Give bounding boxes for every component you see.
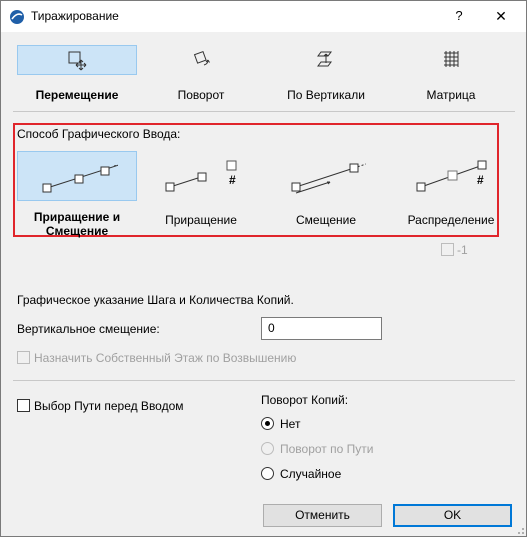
method-increment-offset-button[interactable] [17, 151, 137, 201]
mode-elevate-label: По Вертикали [287, 88, 365, 102]
input-method-heading: Способ Графического Ввода: [17, 127, 181, 141]
hash-icon: # [229, 173, 236, 187]
method-offset-button[interactable] [266, 151, 386, 201]
method-increment-button[interactable] [141, 151, 261, 201]
mode-move-label: Перемещение [35, 88, 119, 102]
method-distribution-button[interactable] [391, 151, 511, 201]
rotation-none-radio[interactable] [261, 417, 274, 430]
close-button[interactable]: ✕ [486, 6, 516, 26]
mode-matrix-button[interactable] [391, 45, 511, 75]
mode-matrix-label: Матрица [426, 88, 476, 102]
rotation-path-radio[interactable] [261, 442, 274, 455]
hash-icon-distribution: # [477, 173, 484, 187]
duplicate-dialog: Тиражирование ? ✕ Перемещение Поворот По… [0, 0, 527, 537]
window-title: Тиражирование [31, 9, 119, 23]
minus-one-checkbox[interactable] [441, 243, 454, 256]
assign-story-label: Назначить Собственный Этаж по Возвышению [34, 351, 297, 365]
method-offset-label: Смещение [295, 213, 356, 227]
label-line-2: Смещение [45, 224, 109, 238]
mode-rotate-label: Поворот [177, 88, 225, 102]
rotation-random-label: Случайное [280, 467, 342, 481]
assign-story-checkbox[interactable] [17, 351, 30, 364]
matrix-icon [444, 51, 459, 67]
rotation-none-label: Нет [280, 417, 301, 431]
rotation-path-label: Поворот по Пути [280, 442, 374, 456]
info-text: Графическое указание Шага и Количества К… [17, 293, 294, 307]
offset-icon [291, 163, 366, 194]
rotation-random-radio[interactable] [261, 467, 274, 480]
minus-one-label: -1 [457, 243, 468, 257]
rotate-icon [193, 50, 210, 66]
elevate-icon [317, 51, 332, 67]
vertical-offset-label: Вертикальное смещение: [17, 322, 160, 336]
path-select-checkbox[interactable] [17, 399, 30, 412]
label-line-1: Приращение и [33, 210, 121, 224]
separator [13, 380, 515, 381]
app-logo-icon [10, 10, 24, 24]
ok-button[interactable]: OK [393, 504, 512, 527]
cancel-button[interactable]: Отменить [263, 504, 382, 527]
method-distribution-label: Распределение [407, 213, 495, 227]
method-increment-offset-label: Приращение и Смещение [17, 210, 137, 238]
mode-elevate-button[interactable] [266, 45, 386, 75]
vertical-offset-input[interactable]: 0 [261, 317, 382, 340]
mode-move-button[interactable] [17, 45, 137, 75]
path-select-label: Выбор Пути перед Вводом [34, 399, 184, 413]
title-bar[interactable]: Тиражирование ? ✕ [1, 1, 526, 32]
resize-grip-icon[interactable] [513, 523, 525, 535]
mode-rotate-button[interactable] [141, 45, 261, 75]
increment-offset-icon [42, 164, 118, 193]
copy-rotation-heading: Поворот Копий: [261, 393, 349, 407]
move-icon [68, 51, 87, 71]
help-button[interactable]: ? [444, 6, 474, 26]
method-increment-label: Приращение [165, 213, 237, 227]
separator [13, 111, 515, 112]
